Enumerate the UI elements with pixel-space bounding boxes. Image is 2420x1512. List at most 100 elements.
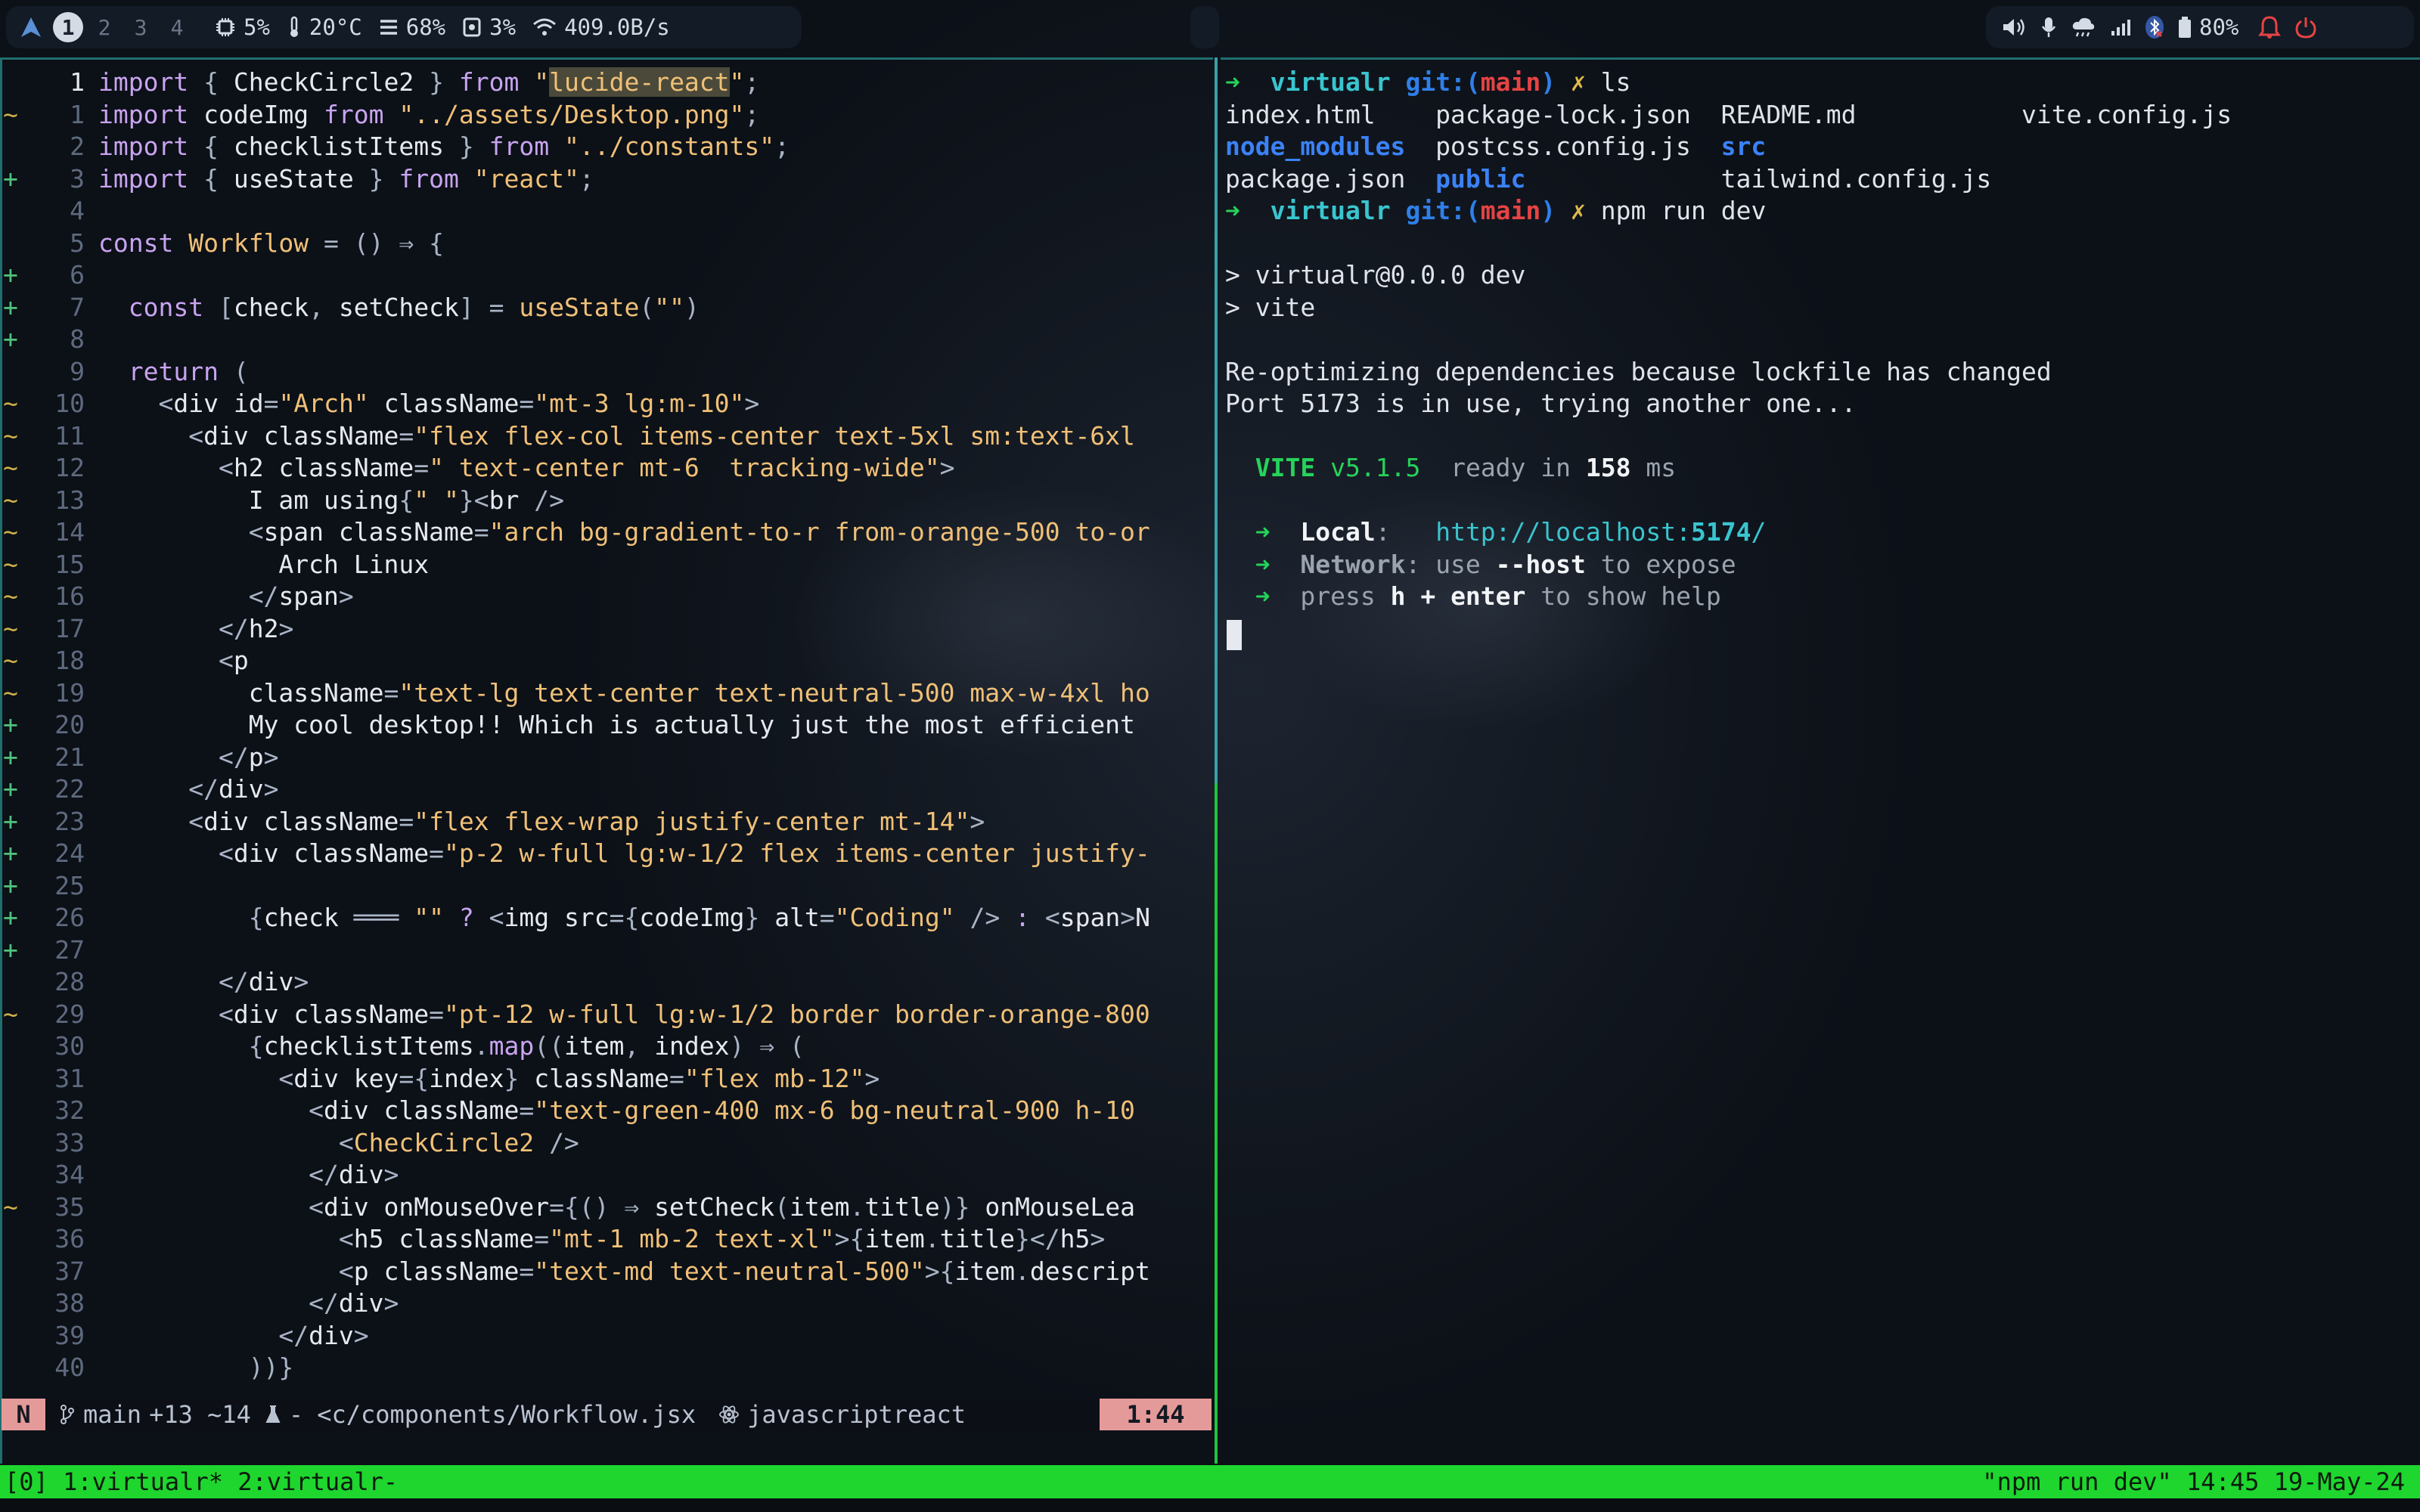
code-line[interactable]: ~13 I am using{" "}<br /> bbox=[0, 485, 1210, 516]
workspace-3[interactable]: 3 bbox=[126, 12, 156, 42]
code-line[interactable]: 32 <div className="text-green-400 mx-6 b… bbox=[0, 1095, 1210, 1126]
code-text[interactable]: </div> bbox=[98, 1287, 1208, 1319]
notification-bell-icon[interactable] bbox=[2258, 15, 2282, 39]
code-line[interactable]: 2 import { checklistItems } from "../cons… bbox=[0, 131, 1210, 163]
code-text[interactable]: <p bbox=[98, 645, 1208, 677]
code-line[interactable]: ~14 <span className="arch bg-gradient-to… bbox=[0, 516, 1210, 548]
code-text[interactable]: <div className="pt-12 w-full lg:w-1/2 bo… bbox=[98, 999, 1208, 1030]
pane-divider[interactable] bbox=[1215, 57, 1219, 1464]
code-text[interactable]: ))} bbox=[98, 1352, 1208, 1383]
code-text[interactable]: import { useState } from "react"; bbox=[98, 163, 1208, 195]
git-sign: ~ bbox=[3, 549, 18, 579]
code-text[interactable]: <div className="text-green-400 mx-6 bg-n… bbox=[98, 1095, 1208, 1126]
code-line[interactable]: ~15 Arch Linux bbox=[0, 549, 1210, 581]
code-line[interactable]: +24 <div className="p-2 w-full lg:w-1/2 … bbox=[0, 838, 1210, 869]
code-text[interactable]: </div> bbox=[98, 773, 1208, 805]
volume-icon[interactable] bbox=[2001, 17, 2027, 38]
code-line[interactable]: +8 bbox=[0, 324, 1210, 355]
line-number: 17 bbox=[54, 613, 85, 643]
code-text[interactable]: <h2 className=" text-center mt-6 trackin… bbox=[98, 452, 1208, 484]
code-text[interactable]: </span> bbox=[98, 581, 1208, 612]
code-line[interactable]: 31 <div key={index} className="flex mb-1… bbox=[0, 1063, 1210, 1095]
thermometer-icon bbox=[287, 16, 302, 39]
code-line[interactable]: +21 </p> bbox=[0, 742, 1210, 773]
code-text[interactable]: <div className="flex flex-wrap justify-c… bbox=[98, 806, 1208, 838]
code-line[interactable]: 5 const Workflow = () ⇒ { bbox=[0, 228, 1210, 259]
git-sign: ~ bbox=[3, 581, 18, 611]
git-sign: + bbox=[3, 774, 18, 804]
code-text[interactable]: const [check, setCheck] = useState("") bbox=[98, 292, 1208, 324]
code-line[interactable]: +22 </div> bbox=[0, 773, 1210, 805]
battery-icon[interactable] bbox=[2178, 16, 2192, 39]
code-line[interactable]: 1 import { CheckCircle2 } from "lucide-re… bbox=[0, 67, 1210, 98]
code-text[interactable]: {checklistItems.map((item, index) ⇒ ( bbox=[98, 1030, 1208, 1062]
code-line[interactable]: ~17 </h2> bbox=[0, 613, 1210, 645]
signal-icon[interactable] bbox=[2110, 17, 2131, 37]
code-text[interactable]: </div> bbox=[98, 1320, 1208, 1352]
code-text[interactable]: <div onMouseOver={() ⇒ setCheck(item.tit… bbox=[98, 1191, 1208, 1223]
code-text[interactable]: const Workflow = () ⇒ { bbox=[98, 228, 1208, 259]
code-text[interactable]: className="text-lg text-center text-neut… bbox=[98, 677, 1208, 709]
code-text[interactable]: <div key={index} className="flex mb-12"> bbox=[98, 1063, 1208, 1095]
weather-icon[interactable] bbox=[2071, 16, 2096, 39]
code-text[interactable]: import { checklistItems } from "../const… bbox=[98, 131, 1208, 163]
code-line[interactable]: +6 bbox=[0, 259, 1210, 291]
code-line[interactable]: ~18 <p bbox=[0, 645, 1210, 677]
code-line[interactable]: +3 import { useState } from "react"; bbox=[0, 163, 1210, 195]
code-line[interactable]: 38 </div> bbox=[0, 1287, 1210, 1319]
code-line[interactable]: +20 My cool desktop!! Which is actually … bbox=[0, 709, 1210, 741]
code-line[interactable]: +26 {check ═══ "" ? <img src={codeImg} a… bbox=[0, 902, 1210, 934]
code-line[interactable]: 36 <h5 className="mt-1 mb-2 text-xl">{it… bbox=[0, 1223, 1210, 1255]
code-text[interactable]: <div className="flex flex-col items-cent… bbox=[98, 420, 1208, 452]
code-text[interactable]: </p> bbox=[98, 742, 1208, 773]
code-text[interactable]: <span className="arch bg-gradient-to-r f… bbox=[98, 516, 1208, 548]
code-line[interactable]: 37 <p className="text-md text-neutral-50… bbox=[0, 1256, 1210, 1287]
workspace-2[interactable]: 2 bbox=[89, 12, 119, 42]
code-text[interactable]: <div className="p-2 w-full lg:w-1/2 flex… bbox=[98, 838, 1208, 869]
code-text[interactable]: <div id="Arch" className="mt-3 lg:m-10"> bbox=[98, 388, 1208, 420]
code-line[interactable]: ~19 className="text-lg text-center text-… bbox=[0, 677, 1210, 709]
power-icon[interactable] bbox=[2294, 16, 2317, 39]
code-line[interactable]: ~12 <h2 className=" text-center mt-6 tra… bbox=[0, 452, 1210, 484]
code-text[interactable]: <CheckCircle2 /> bbox=[98, 1127, 1208, 1159]
code-line[interactable]: 34 </div> bbox=[0, 1159, 1210, 1191]
code-line[interactable]: 30 {checklistItems.map((item, index) ⇒ ( bbox=[0, 1030, 1210, 1062]
code-line[interactable]: ~35 <div onMouseOver={() ⇒ setCheck(item… bbox=[0, 1191, 1210, 1223]
code-text[interactable]: </h2> bbox=[98, 613, 1208, 645]
tmux-windows[interactable]: [0] 1:virtualr* 2:virtualr- bbox=[5, 1467, 398, 1496]
code-text[interactable]: <h5 className="mt-1 mb-2 text-xl">{item.… bbox=[98, 1223, 1208, 1255]
bluetooth-icon[interactable] bbox=[2145, 15, 2164, 39]
code-text[interactable]: I am using{" "}<br /> bbox=[98, 485, 1208, 516]
code-text[interactable]: </div> bbox=[98, 966, 1208, 998]
code-line[interactable]: ~11 <div className="flex flex-col items-… bbox=[0, 420, 1210, 452]
code-line[interactable]: ~10 <div id="Arch" className="mt-3 lg:m-… bbox=[0, 388, 1210, 420]
code-line[interactable]: +27 bbox=[0, 934, 1210, 966]
code-line[interactable]: 28 </div> bbox=[0, 966, 1210, 998]
code-text[interactable]: import codeImg from "../assets/Desktop.p… bbox=[98, 99, 1208, 131]
code-text[interactable]: </div> bbox=[98, 1159, 1208, 1191]
workspace-4[interactable]: 4 bbox=[162, 12, 192, 42]
arch-logo-icon[interactable] bbox=[20, 16, 42, 39]
workspace-1[interactable]: 1 bbox=[53, 12, 83, 42]
code-text[interactable]: return ( bbox=[98, 356, 1208, 388]
code-text[interactable]: <p className="text-md text-neutral-500">… bbox=[98, 1256, 1208, 1287]
code-line[interactable]: +7 const [check, setCheck] = useState(""… bbox=[0, 292, 1210, 324]
code-line[interactable]: 39 </div> bbox=[0, 1320, 1210, 1352]
bar-center-section[interactable] bbox=[1190, 6, 1219, 48]
code-line[interactable]: +23 <div className="flex flex-wrap justi… bbox=[0, 806, 1210, 838]
network-stat: 409.0B/s bbox=[532, 14, 670, 40]
code-text[interactable]: Arch Linux bbox=[98, 549, 1208, 581]
code-line[interactable]: 33 <CheckCircle2 /> bbox=[0, 1127, 1210, 1159]
code-line[interactable]: ~29 <div className="pt-12 w-full lg:w-1/… bbox=[0, 999, 1210, 1030]
code-line[interactable]: 40 ))} bbox=[0, 1352, 1210, 1383]
code-line[interactable]: ~1 import codeImg from "../assets/Desktop… bbox=[0, 99, 1210, 131]
code-line[interactable]: 9 return ( bbox=[0, 356, 1210, 388]
code-text[interactable]: {check ═══ "" ? <img src={codeImg} alt="… bbox=[98, 902, 1208, 934]
line-number: 24 bbox=[54, 838, 85, 868]
code-text[interactable]: import { CheckCircle2 } from "lucide-rea… bbox=[98, 67, 1208, 98]
code-text[interactable]: My cool desktop!! Which is actually just… bbox=[98, 709, 1208, 741]
microphone-icon[interactable] bbox=[2040, 16, 2057, 39]
code-line[interactable]: +25 bbox=[0, 870, 1210, 902]
code-line[interactable]: 4 bbox=[0, 195, 1210, 227]
code-line[interactable]: ~16 </span> bbox=[0, 581, 1210, 612]
